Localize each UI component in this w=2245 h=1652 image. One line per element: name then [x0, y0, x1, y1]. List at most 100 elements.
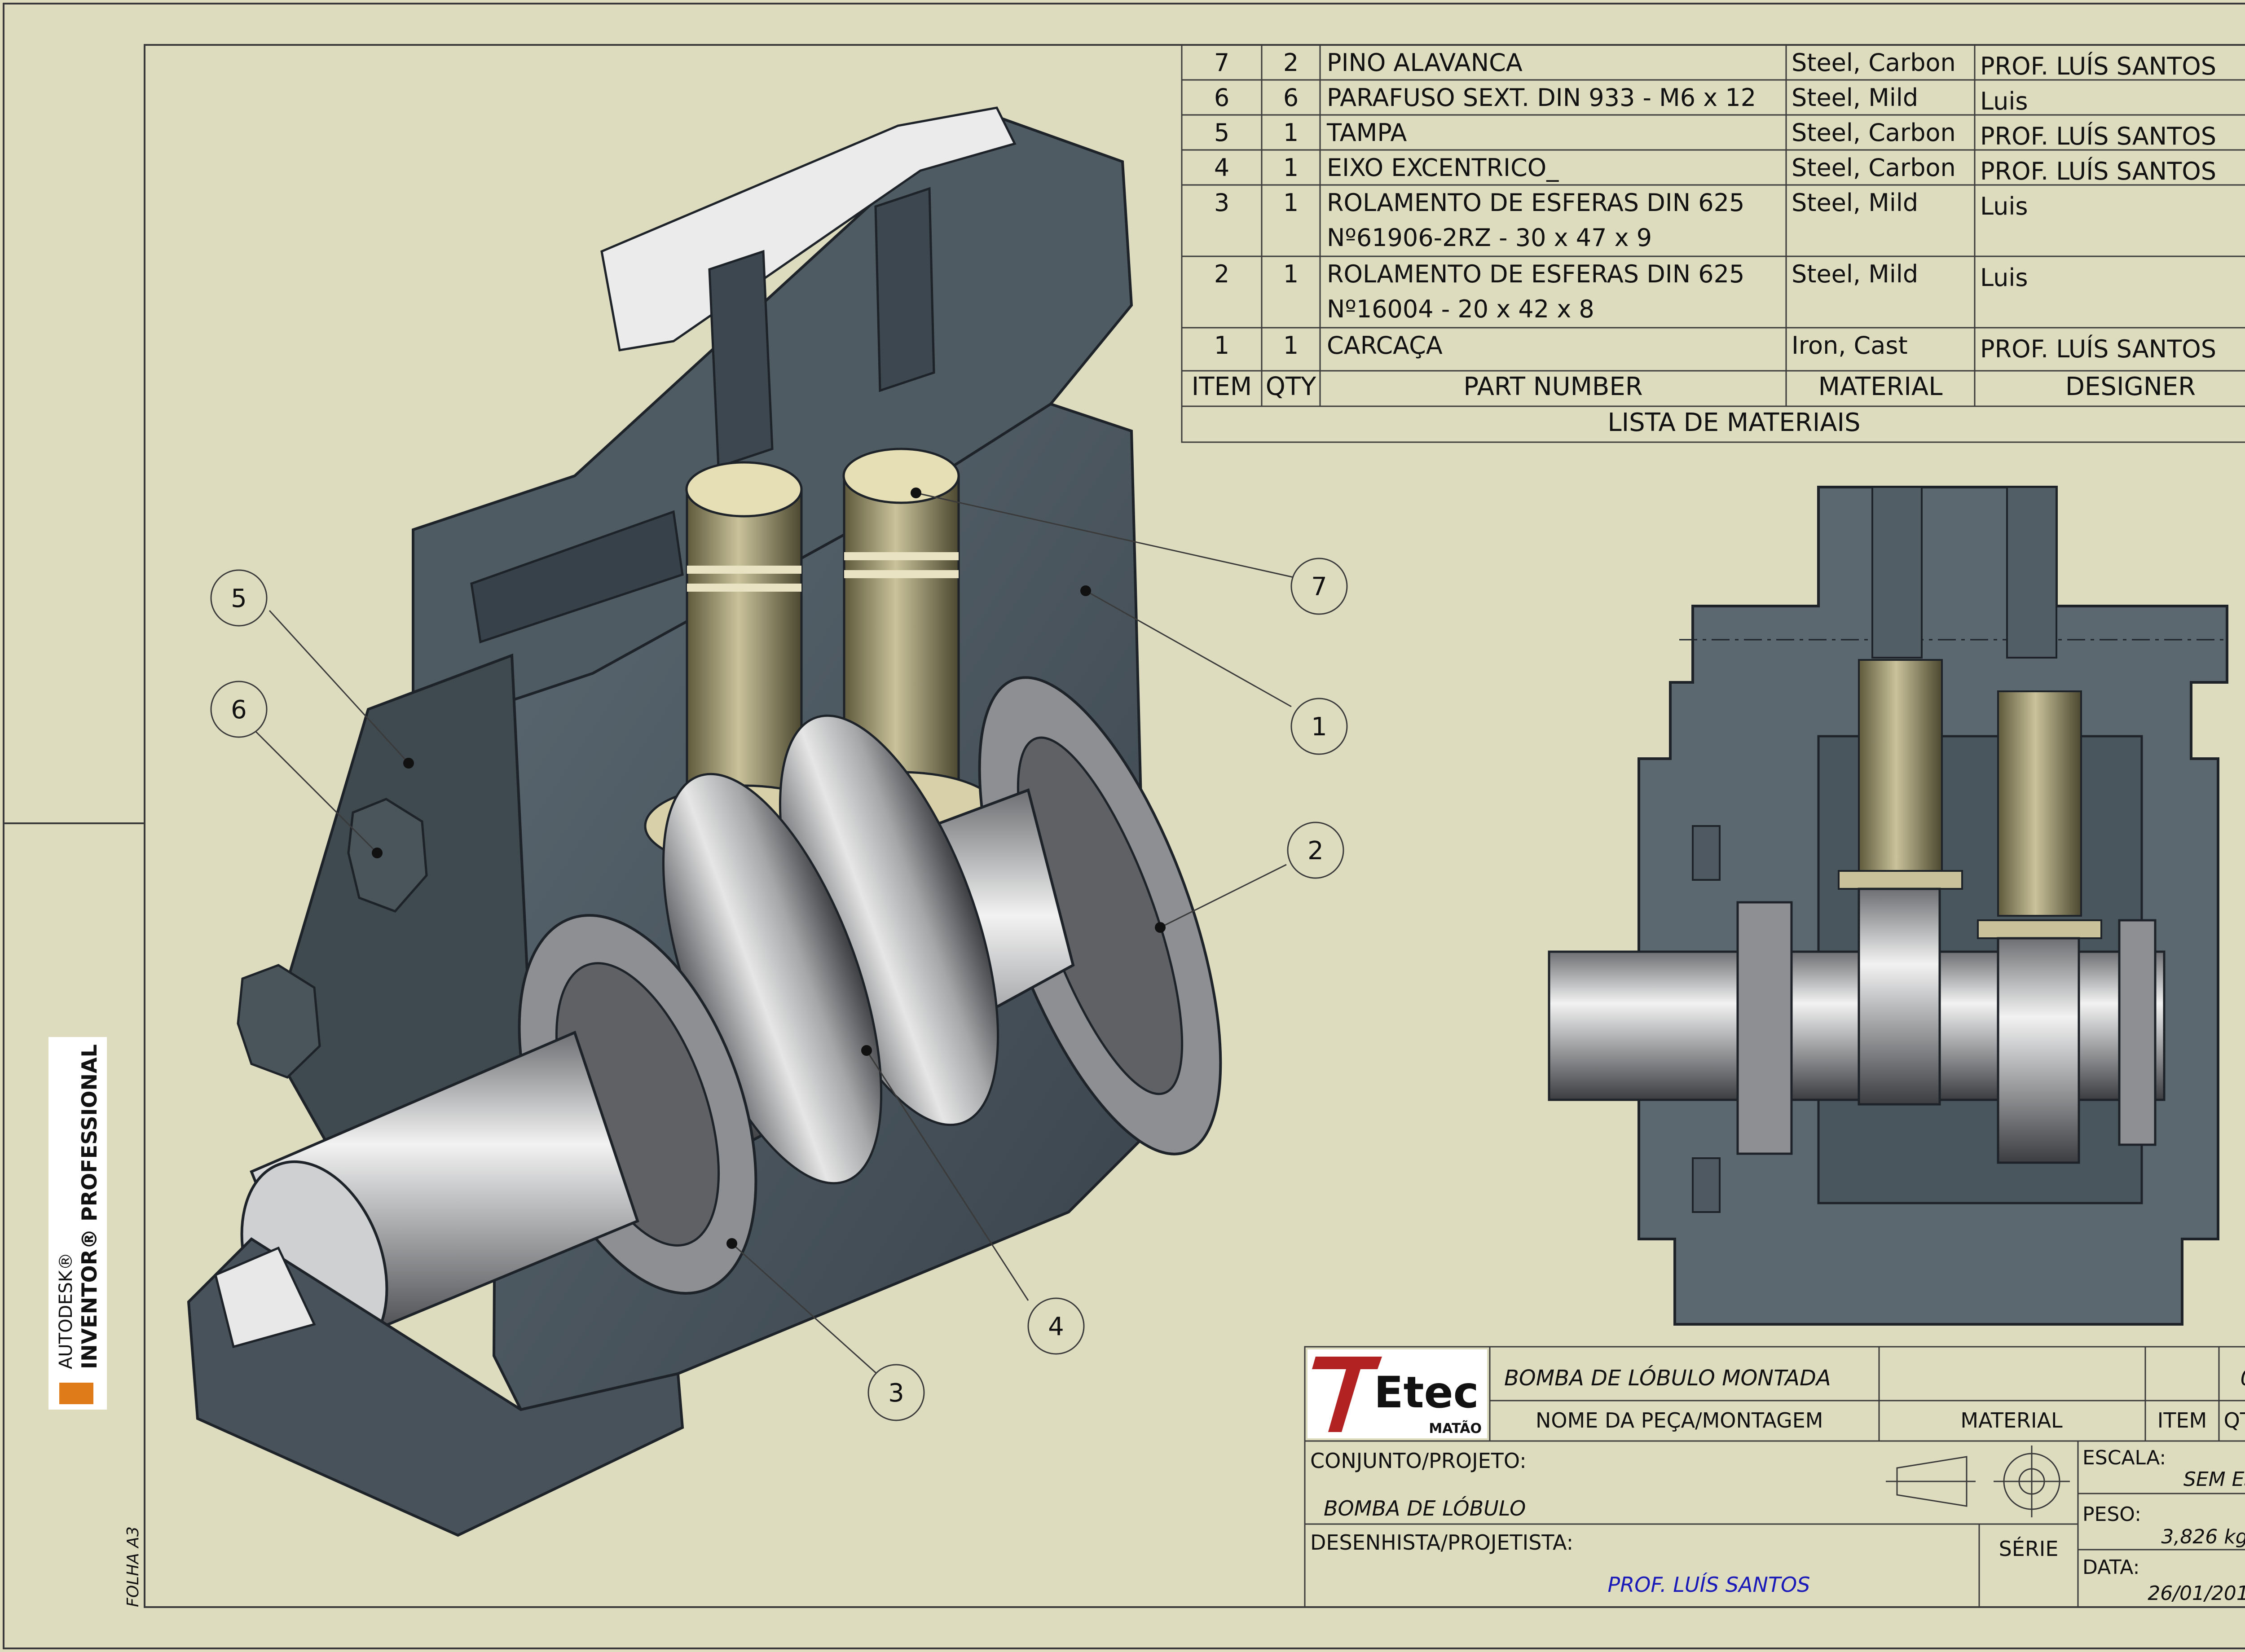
svg-text:3: 3 [888, 1379, 904, 1408]
row-designer: Luis [1980, 192, 2028, 220]
row-part-number: PINO ALAVANCA [1327, 48, 1523, 77]
assembly-name: BOMBA DE LÓBULO MONTADA [1504, 1365, 1831, 1391]
label-item: ITEM [2157, 1408, 2207, 1432]
parts-list-row: 7 2 PINO ALAVANCA Steel, Carbon PROF. LUÍS S… [1214, 48, 2216, 80]
autodesk-watermark: AUTODESK® INVENTOR® PROFESSIONAL [48, 1037, 107, 1410]
row-qty: 1 [1283, 154, 1299, 182]
label-escala: ESCALA: [2082, 1446, 2166, 1469]
row-material: Steel, Mild [1792, 83, 1918, 112]
isometric-section-view [187, 106, 1222, 1537]
balloon-3: 3 [867, 1364, 925, 1421]
label-serie: SÉRIE [1999, 1537, 2059, 1561]
drawing-canvas: AUTODESK® INVENTOR® PROFESSIONAL FOLHA A… [3, 3, 2245, 1649]
section-bearing-left [1736, 901, 1793, 1155]
svg-text:6: 6 [231, 695, 247, 725]
svg-text:2: 2 [1307, 836, 1324, 866]
row-part-number: EIXO EXCENTRICO_ [1327, 154, 1559, 182]
projection-symbol-icon [1886, 1446, 2070, 1517]
label-qtde: QTDE [2224, 1408, 2245, 1432]
label-data: DATA: [2082, 1556, 2139, 1579]
parts-list-title: LISTA DE MATERIAIS [1607, 408, 1860, 437]
section-piston-left [1858, 659, 1943, 885]
row-qty: 6 [1283, 83, 1299, 112]
row-item: 2 [1214, 260, 1229, 288]
row-designer: PROF. LUÍS SANTOS [1980, 122, 2216, 150]
row-material: Iron, Cast [1792, 331, 1908, 360]
row-part-number: TAMPA [1326, 119, 1407, 147]
svg-text:5: 5 [231, 584, 247, 613]
row-qty: 1 [1283, 260, 1299, 288]
section-piston-right [1997, 690, 2082, 917]
header-item: ITEM [1192, 372, 1252, 401]
peso-value: 3,826 kg [2161, 1525, 2245, 1548]
parts-list-row: 5 1 TAMPA Steel, Carbon PROF. LUÍS SANTOS [1214, 119, 2216, 150]
label-nome: NOME DA PEÇA/MONTAGEM [1536, 1408, 1823, 1432]
row-material: Steel, Mild [1792, 260, 1918, 288]
parts-list-row: 2 1 ROLAMENTO DE ESFERAS DIN 625 Nº16004 - … [1214, 260, 2028, 323]
row-part-number: PARAFUSO SEXT. DIN 933 - M6 x 12 [1327, 83, 1756, 112]
row-material: Steel, Carbon [1792, 119, 1956, 147]
svg-text:4: 4 [1048, 1312, 1064, 1341]
row-part-number: CARCAÇA [1327, 331, 1443, 360]
row-qty: 1 [1283, 189, 1299, 217]
escala-value: SEM ESC [2183, 1468, 2245, 1491]
watermark-brand: AUTODESK® [56, 1252, 76, 1369]
balloon-2: 2 [1287, 822, 1344, 879]
etec-logo: Etec MATÃO [1307, 1349, 1487, 1438]
parts-list-row: 3 1 ROLAMENTO DE ESFERAS DIN 625 Nº61906-2R… [1214, 189, 2028, 252]
parts-list-row: 1 1 CARCAÇA Iron, Cast PROF. LUÍS SANTOS [1214, 331, 2216, 363]
balloon-4: 4 [1027, 1297, 1085, 1355]
parts-list-header: ITEM QTY PART NUMBER MATERIAL DESIGNER L… [1192, 372, 2196, 437]
balloon-7: 7 [1290, 558, 1348, 615]
row-part-number: ROLAMENTO DE ESFERAS DIN 625 [1327, 189, 1744, 217]
sheet-size-label: FOLHA A3 [124, 1526, 142, 1607]
section-bearing-right [2118, 919, 2157, 1146]
header-part-number: PART NUMBER [1463, 372, 1642, 401]
drawing-sheet: AUTODESK® INVENTOR® PROFESSIONAL FOLHA A… [0, 0, 2245, 1652]
row-item: 1 [1214, 331, 1229, 360]
conjunto-value: BOMBA DE LÓBULO [1324, 1496, 1526, 1520]
row-qty: 2 [1283, 48, 1299, 77]
inventor-logo-icon [59, 1383, 93, 1404]
label-conjunto: CONJUNTO/PROJETO: [1310, 1449, 1527, 1473]
balloon-5: 5 [210, 569, 268, 627]
row-material: Steel, Carbon [1792, 154, 1956, 182]
row-part-number: ROLAMENTO DE ESFERAS DIN 625 [1327, 260, 1744, 288]
desenhista-value: PROF. LUÍS SANTOS [1608, 1573, 1810, 1597]
etec-logo-sub: MATÃO [1429, 1420, 1482, 1437]
balloon-1: 1 [1290, 698, 1348, 755]
parts-list-row: 4 1 EIXO EXCENTRICO_ Steel, Carbon PROF. LUÍ… [1214, 154, 2216, 185]
balloon-6: 6 [210, 681, 268, 738]
label-desenhista: DESENHISTA/PROJETISTA: [1310, 1530, 1573, 1555]
row-part-number: Nº61906-2RZ - 30 x 47 x 9 [1327, 224, 1652, 252]
row-item: 5 [1214, 119, 1229, 147]
row-item: 7 [1214, 48, 1229, 77]
row-material: Steel, Carbon [1792, 48, 1956, 77]
row-qty: 1 [1283, 331, 1299, 360]
row-designer: Luis [1980, 87, 2028, 115]
row-designer: Luis [1980, 264, 2028, 292]
row-item: 3 [1214, 189, 1229, 217]
label-material: MATERIAL [1960, 1408, 2063, 1432]
section-elevation-view [1548, 486, 2228, 1326]
row-qty: 1 [1283, 119, 1299, 147]
row-designer: PROF. LUÍS SANTOS [1980, 52, 2216, 80]
row-designer: PROF. LUÍS SANTOS [1980, 335, 2216, 363]
watermark-product: INVENTOR® PROFESSIONAL [77, 1044, 101, 1369]
data-value: 26/01/2019 [2148, 1582, 2245, 1605]
row-designer: PROF. LUÍS SANTOS [1980, 157, 2216, 185]
header-designer: DESIGNER [2065, 372, 2196, 401]
svg-text:1: 1 [1311, 712, 1327, 742]
svg-text:7: 7 [1311, 572, 1327, 602]
row-part-number: Nº16004 - 20 x 42 x 8 [1327, 295, 1594, 323]
header-material: MATERIAL [1818, 372, 1943, 401]
parts-list-row: 6 6 PARAFUSO SEXT. DIN 933 - M6 x 12 Steel,… [1214, 83, 2028, 115]
label-peso: PESO: [2082, 1503, 2141, 1526]
item-number: 01 [2240, 1366, 2245, 1391]
row-item: 4 [1214, 154, 1229, 182]
row-item: 6 [1214, 83, 1229, 112]
header-qty: QTY [1266, 372, 1316, 401]
row-material: Steel, Mild [1792, 189, 1918, 217]
etec-logo-text: Etec [1374, 1367, 1479, 1418]
parts-list-rows: 7 2 PINO ALAVANCA Steel, Carbon PROF. LUÍS S… [1214, 48, 2216, 363]
